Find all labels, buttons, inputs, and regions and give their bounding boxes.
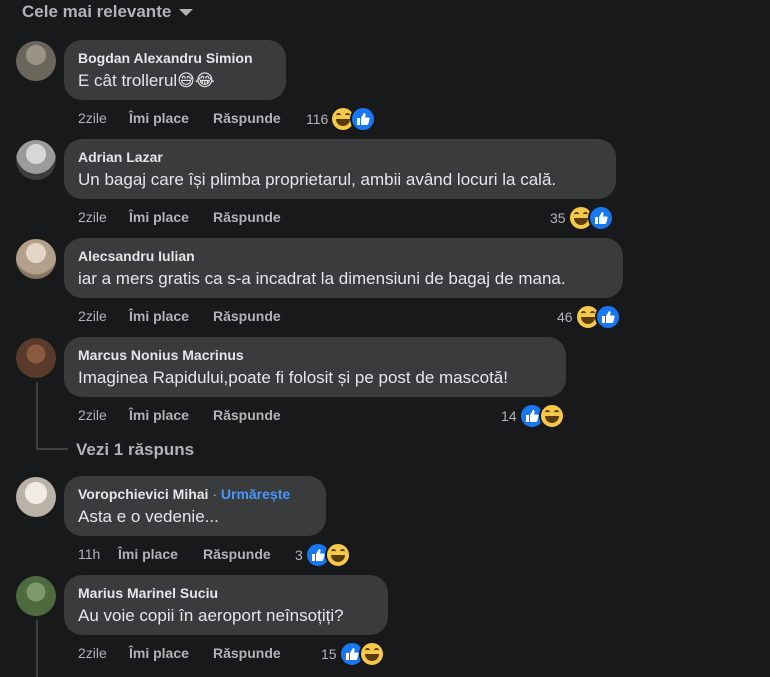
- like-button[interactable]: Îmi place: [129, 110, 189, 126]
- comment-time[interactable]: 2zile: [78, 407, 107, 423]
- like-button[interactable]: Îmi place: [129, 645, 189, 661]
- reply-button[interactable]: Răspunde: [213, 407, 281, 423]
- reply-button[interactable]: Răspunde: [213, 308, 281, 324]
- reply-button[interactable]: Răspunde: [203, 546, 271, 562]
- reaction-summary[interactable]: 116: [306, 106, 377, 132]
- comment-author: Voropchievici Mihai · Urmărește: [78, 485, 312, 503]
- follow-button[interactable]: Urmărește: [221, 486, 290, 502]
- comment-bubble: Adrian Lazar Un bagaj care își plimba pr…: [64, 139, 616, 199]
- comment-bubble: Marius Marinel Suciu Au voie copii în ae…: [64, 575, 388, 635]
- view-replies-link[interactable]: Vezi 1 răspuns: [76, 440, 194, 460]
- avatar[interactable]: [16, 239, 56, 279]
- thread-line: [36, 382, 38, 438]
- reaction-count: 116: [306, 111, 329, 127]
- avatar[interactable]: [16, 338, 56, 378]
- haha-reaction-icon: [538, 403, 565, 429]
- comment-bubble: Marcus Nonius Macrinus Imaginea Rapidulu…: [64, 337, 566, 397]
- thread-line: [36, 620, 38, 677]
- reaction-summary[interactable]: 46: [557, 304, 621, 330]
- reply-button[interactable]: Răspunde: [213, 645, 281, 661]
- like-reaction-icon: [350, 106, 377, 132]
- comment-text: E cât trollerul😅😂: [78, 71, 215, 90]
- reaction-count: 3: [295, 547, 303, 563]
- like-button[interactable]: Îmi place: [129, 308, 189, 324]
- comment-author[interactable]: Alecsandru Iulian: [78, 247, 609, 265]
- reaction-summary[interactable]: 3: [295, 542, 351, 568]
- comment-time[interactable]: 2zile: [78, 209, 107, 225]
- comment-text: Imaginea Rapidului,poate fi folosit și p…: [78, 368, 508, 387]
- thread-connector-h: [36, 448, 68, 450]
- like-button[interactable]: Îmi place: [129, 407, 189, 423]
- like-button[interactable]: Îmi place: [118, 546, 178, 562]
- comment-bubble: Alecsandru Iulian iar a mers gratis ca s…: [64, 238, 623, 298]
- separator-dot: ·: [208, 486, 221, 502]
- reaction-count: 14: [501, 408, 517, 424]
- reply-button[interactable]: Răspunde: [213, 209, 281, 225]
- comment-author[interactable]: Marcus Nonius Macrinus: [78, 346, 552, 364]
- like-reaction-icon: [587, 205, 614, 231]
- avatar[interactable]: [16, 576, 56, 616]
- comment-text: Asta e o vedenie...: [78, 507, 219, 526]
- comment-author-name[interactable]: Voropchievici Mihai: [78, 486, 208, 502]
- comment-author[interactable]: Adrian Lazar: [78, 148, 602, 166]
- reaction-summary[interactable]: 14: [501, 403, 565, 429]
- reaction-count: 46: [557, 309, 573, 325]
- comment-time[interactable]: 2zile: [78, 645, 107, 661]
- comment-text: Un bagaj care își plimba proprietarul, a…: [78, 170, 557, 189]
- haha-reaction-icon: [324, 542, 351, 568]
- like-button[interactable]: Îmi place: [129, 209, 189, 225]
- comment-time[interactable]: 11h: [78, 546, 100, 562]
- chevron-down-icon: [179, 8, 194, 16]
- reply-button[interactable]: Răspunde: [213, 110, 281, 126]
- reaction-count: 35: [550, 210, 566, 226]
- haha-reaction-icon: [358, 641, 385, 667]
- comment-bubble: Bogdan Alexandru Simion E cât trollerul😅…: [64, 40, 286, 100]
- avatar[interactable]: [16, 41, 56, 81]
- reaction-summary[interactable]: 35: [550, 205, 614, 231]
- comment-bubble: Voropchievici Mihai · Urmărește Asta e o…: [64, 476, 326, 536]
- reaction-summary[interactable]: 15: [321, 641, 385, 667]
- comment-author[interactable]: Bogdan Alexandru Simion: [78, 49, 272, 67]
- comment-text: Au voie copii în aeroport neînsoțiți?: [78, 606, 344, 625]
- avatar[interactable]: [16, 477, 56, 517]
- like-reaction-icon: [594, 304, 621, 330]
- avatar[interactable]: [16, 140, 56, 180]
- comment-author[interactable]: Marius Marinel Suciu: [78, 584, 374, 602]
- comment-time[interactable]: 2zile: [78, 110, 107, 126]
- reaction-count: 15: [321, 646, 337, 662]
- comment-time[interactable]: 2zile: [78, 308, 107, 324]
- sort-label: Cele mai relevante: [22, 2, 172, 21]
- comment-text: iar a mers gratis ca s-a incadrat la dim…: [78, 269, 566, 288]
- sort-dropdown[interactable]: Cele mai relevante: [22, 2, 194, 22]
